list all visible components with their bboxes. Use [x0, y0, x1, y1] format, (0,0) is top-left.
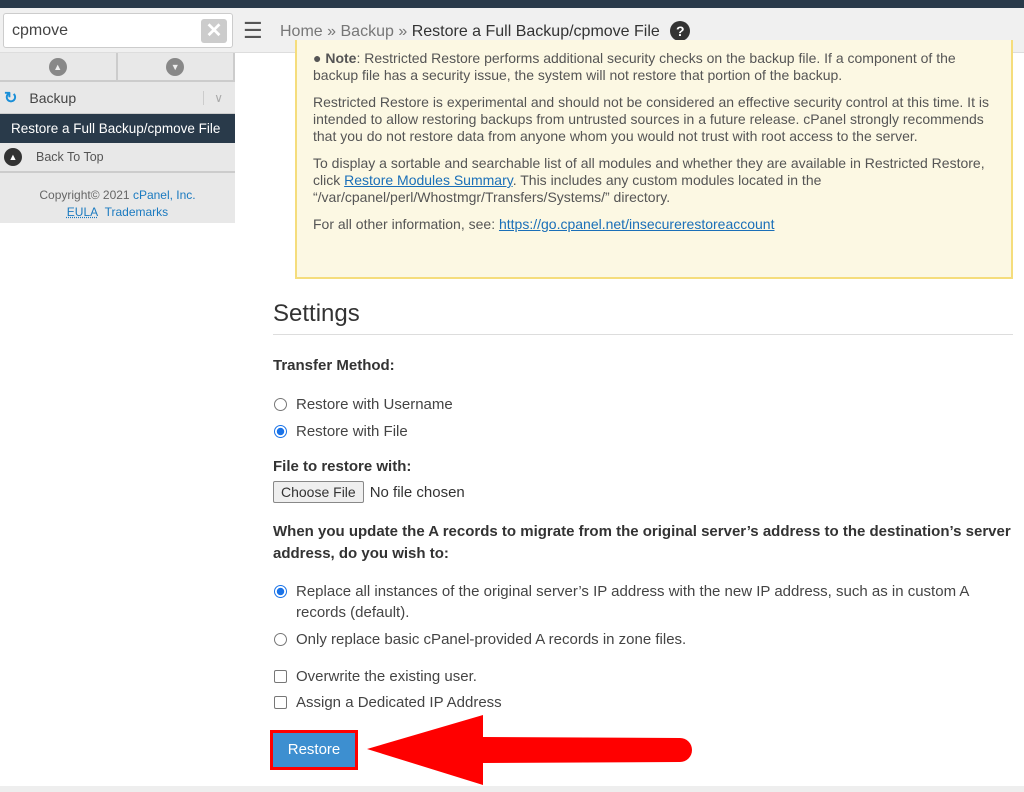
- checkbox-icon[interactable]: [274, 670, 287, 683]
- search-value: cpmove: [12, 22, 69, 39]
- option-label: Restore with File: [296, 423, 408, 440]
- sidebar-item-restore[interactable]: Restore a Full Backup/cpmove File: [0, 114, 235, 143]
- radio-replace-basic[interactable]: Only replace basic cPanel-provided A rec…: [273, 629, 1013, 650]
- note-p2: Restricted Restore is experimental and s…: [313, 94, 989, 144]
- breadcrumb-sep: »: [398, 23, 408, 40]
- search-input[interactable]: cpmove ✕: [3, 13, 233, 48]
- copyright: Copyright© 2021 cPanel, Inc. EULA Tradem…: [0, 173, 235, 221]
- no-file-text: No file chosen: [369, 483, 465, 501]
- choose-file-button[interactable]: Choose File: [273, 481, 364, 503]
- info-icon: ●: [313, 50, 322, 66]
- option-label: Assign a Dedicated IP Address: [296, 694, 502, 711]
- backup-icon: ↻: [4, 89, 18, 107]
- sidebar-group-label: Backup: [29, 89, 77, 106]
- top-bar: [0, 0, 1024, 8]
- sidebar-group-backup[interactable]: ↻ Backup ∨: [0, 82, 235, 114]
- checkbox-dedicated-ip[interactable]: Assign a Dedicated IP Address: [273, 692, 1013, 713]
- option-label: Only replace basic cPanel-provided A rec…: [296, 631, 687, 648]
- checkbox-icon[interactable]: [274, 696, 287, 709]
- option-label: Restore with Username: [296, 396, 453, 413]
- note-p1: : Restricted Restore performs additional…: [313, 50, 956, 83]
- bottom-strip: [0, 786, 1024, 792]
- breadcrumb-current: Restore a Full Backup/cpmove File: [411, 23, 660, 40]
- insecure-restore-link[interactable]: https://go.cpanel.net/insecurerestoreacc…: [499, 216, 775, 232]
- breadcrumb: Home » Backup » Restore a Full Backup/cp…: [280, 21, 691, 41]
- settings-section: Settings Transfer Method: Restore with U…: [273, 300, 1013, 713]
- arrow-up-icon: ▲: [48, 57, 67, 76]
- copyright-text: Copyright© 2021: [39, 188, 130, 202]
- arecords-label: When you update the A records to migrate…: [273, 523, 1011, 562]
- radio-restore-username[interactable]: Restore with Username: [273, 394, 1013, 415]
- file-label: File to restore with:: [273, 458, 412, 475]
- restricted-restore-note: ● Note: Restricted Restore performs addi…: [295, 40, 1013, 279]
- breadcrumb-home[interactable]: Home: [280, 23, 323, 40]
- scroll-up-button[interactable]: ▲: [0, 53, 118, 80]
- help-icon[interactable]: ?: [670, 21, 691, 41]
- sidebar: ▲ ▼ ↻ Backup ∨ Restore a Full Backup/cpm…: [0, 53, 235, 223]
- chevron-down-icon[interactable]: ∨: [203, 90, 223, 105]
- restore-modules-summary-link[interactable]: Restore Modules Summary: [344, 172, 513, 188]
- company-link[interactable]: cPanel, Inc.: [133, 188, 196, 202]
- collapse-menu-icon[interactable]: ☰: [243, 18, 263, 44]
- settings-title: Settings: [273, 300, 1013, 335]
- option-label: Replace all instances of the original se…: [296, 583, 969, 621]
- trademarks-link[interactable]: Trademarks: [105, 205, 169, 219]
- option-label: Overwrite the existing user.: [296, 668, 477, 685]
- back-to-top-label: Back To Top: [36, 150, 104, 164]
- note-p4a: For all other information, see:: [313, 216, 499, 232]
- checkbox-overwrite[interactable]: Overwrite the existing user.: [273, 666, 1013, 687]
- radio-selected-icon[interactable]: [274, 425, 287, 438]
- arrow-up-circle-icon: ▲: [4, 148, 22, 166]
- arrow-down-icon: ▼: [166, 57, 185, 76]
- scroll-down-button[interactable]: ▼: [118, 53, 235, 80]
- back-to-top[interactable]: ▲ Back To Top: [0, 143, 235, 173]
- restore-button[interactable]: Restore: [270, 730, 358, 770]
- radio-icon[interactable]: [274, 398, 287, 411]
- breadcrumb-backup[interactable]: Backup: [341, 23, 394, 40]
- annotation-arrow-icon: [367, 715, 692, 785]
- radio-selected-icon[interactable]: [274, 585, 287, 598]
- breadcrumb-sep: »: [327, 23, 337, 40]
- clear-search-icon[interactable]: ✕: [201, 19, 227, 43]
- radio-restore-file[interactable]: Restore with File: [273, 421, 1013, 442]
- note-label: Note: [325, 50, 357, 66]
- eula-link[interactable]: EULA: [67, 205, 98, 219]
- transfer-method-label: Transfer Method:: [273, 357, 395, 374]
- radio-replace-all[interactable]: Replace all instances of the original se…: [273, 581, 1013, 623]
- radio-icon[interactable]: [274, 633, 287, 646]
